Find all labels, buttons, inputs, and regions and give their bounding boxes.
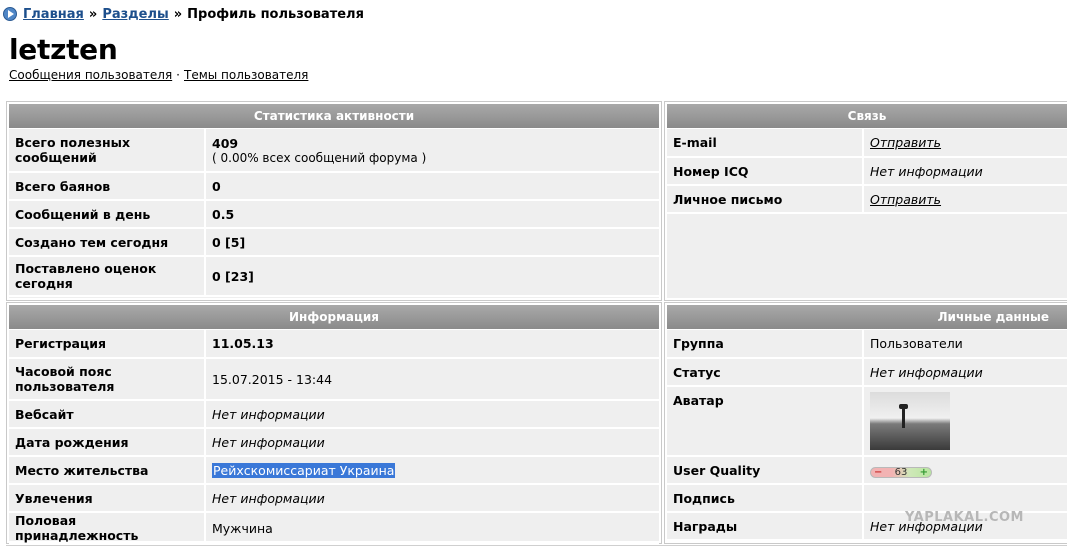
row-label: Половая принадлежность <box>9 512 206 545</box>
rate-plus-button[interactable]: + <box>920 467 928 478</box>
table-row: Всего баянов 0 <box>9 172 659 201</box>
row-label: Дата рождения <box>9 428 206 457</box>
row-value: Нет информации <box>205 400 659 429</box>
breadcrumb-sections-link[interactable]: Разделы <box>102 7 168 22</box>
row-value: Рейхскомиссариат Украина <box>205 456 659 485</box>
row-label: Статус <box>667 358 864 387</box>
row-label: Часовой пояс пользователя <box>9 358 206 401</box>
send-private-message-link[interactable]: Отправить <box>870 192 941 207</box>
row-label: Сообщений в день <box>9 200 206 229</box>
row-value: − 63 + <box>863 456 1067 485</box>
table-row: Часовой пояс пользователя 15.07.2015 - 1… <box>9 358 659 401</box>
table-row: Сообщений в день 0.5 <box>9 200 659 229</box>
breadcrumb: Главная » Разделы » Профиль пользователя <box>3 5 364 23</box>
row-label: Поставлено оценок сегодня <box>9 256 206 297</box>
row-value: 11.05.13 <box>205 330 659 359</box>
watermark: YAPLAKAL.COM <box>905 510 1024 525</box>
breadcrumb-separator: » <box>173 6 183 22</box>
table-row: Аватар <box>667 386 1067 457</box>
user-topics-link[interactable]: Темы пользователя <box>184 68 308 82</box>
row-value: Нет информации <box>205 428 659 457</box>
activity-panel-title: Статистика активности <box>9 104 659 129</box>
table-row: Половая принадлежность Мужчина <box>9 512 659 545</box>
row-value: Нет информации <box>863 157 1067 186</box>
info-panel-title: Информация <box>9 305 659 330</box>
row-label: Регистрация <box>9 330 206 359</box>
table-row: Группа Пользователи <box>667 330 1067 359</box>
table-row: E-mail Отправить <box>667 129 1067 158</box>
link-separator: · <box>176 68 180 82</box>
breadcrumb-home-link[interactable]: Главная <box>23 7 84 22</box>
breadcrumb-separator: » <box>88 6 98 22</box>
row-value: Нет информации <box>205 484 659 513</box>
table-row: Увлечения Нет информации <box>9 484 659 513</box>
table-row: Регистрация 11.05.13 <box>9 330 659 359</box>
row-label: Личное письмо <box>667 185 864 214</box>
username-title: letzten <box>9 33 118 66</box>
row-value: Отправить <box>863 129 1067 158</box>
contact-panel-title: Связь <box>667 104 1067 129</box>
row-label: Номер ICQ <box>667 157 864 186</box>
row-value: Нет информации <box>863 358 1067 387</box>
info-panel: Информация Регистрация 11.05.13 Часовой … <box>6 302 662 545</box>
table-row: Личное письмо Отправить <box>667 185 1067 214</box>
row-label: E-mail <box>667 129 864 158</box>
row-label: Всего полезных сообщений <box>9 129 206 173</box>
send-email-link[interactable]: Отправить <box>870 135 941 150</box>
table-row: Всего полезных сообщений 409 ( 0.00% все… <box>9 129 659 173</box>
table-row: Номер ICQ Нет информации <box>667 157 1067 186</box>
row-label: User Quality <box>667 456 864 485</box>
table-row: Создано тем сегодня 0 [5] <box>9 228 659 257</box>
table-row: Место жительства Рейхскомиссариат Украин… <box>9 456 659 485</box>
row-label: Вебсайт <box>9 400 206 429</box>
forum-share: ( 0.00% всех сообщений форума ) <box>212 150 427 165</box>
row-value: 0.5 <box>205 200 659 229</box>
breadcrumb-current: Профиль пользователя <box>187 6 364 22</box>
row-label: Награды <box>667 512 864 541</box>
table-row: Дата рождения Нет информации <box>9 428 659 457</box>
user-links: Сообщения пользователя · Темы пользователя <box>9 68 308 82</box>
personal-panel-title: Личные данные <box>667 305 1067 330</box>
table-row: Статус Нет информации <box>667 358 1067 387</box>
row-label: Группа <box>667 330 864 359</box>
row-value: 409 ( 0.00% всех сообщений форума ) <box>205 129 659 173</box>
row-value: Отправить <box>863 185 1067 214</box>
row-value <box>863 386 1067 457</box>
row-value: 0 [5] <box>205 228 659 257</box>
contact-panel: Связь E-mail Отправить Номер ICQ Нет инф… <box>664 101 1067 301</box>
user-quality-rating: − 63 + <box>870 466 932 478</box>
row-value <box>863 484 1067 513</box>
table-row: Вебсайт Нет информации <box>9 400 659 429</box>
navigation-arrow-icon <box>3 7 17 21</box>
location-value: Рейхскомиссариат Украина <box>212 462 396 478</box>
row-label: Увлечения <box>9 484 206 513</box>
row-label: Всего баянов <box>9 172 206 201</box>
rate-minus-button[interactable]: − <box>874 467 882 478</box>
row-value: 0 <box>205 172 659 201</box>
row-label: Подпись <box>667 484 864 513</box>
table-row: Подпись <box>667 484 1067 513</box>
rating-value: 63 <box>894 466 908 478</box>
row-value: 0 [23] <box>205 256 659 297</box>
activity-panel: Статистика активности Всего полезных соо… <box>6 101 662 301</box>
table-row: Поставлено оценок сегодня 0 [23] <box>9 256 659 297</box>
useful-messages-count: 409 <box>212 135 239 151</box>
table-row: User Quality − 63 + <box>667 456 1067 485</box>
personal-panel: Личные данные Группа Пользователи Статус… <box>664 302 1067 544</box>
row-label: Создано тем сегодня <box>9 228 206 257</box>
avatar <box>870 392 950 450</box>
row-label: Место жительства <box>9 456 206 485</box>
divider <box>6 545 1067 546</box>
row-value: 15.07.2015 - 13:44 <box>205 358 659 401</box>
row-label: Аватар <box>667 386 864 457</box>
row-value: Мужчина <box>205 512 659 545</box>
row-value: Пользователи <box>863 330 1067 359</box>
user-messages-link[interactable]: Сообщения пользователя <box>9 68 172 82</box>
